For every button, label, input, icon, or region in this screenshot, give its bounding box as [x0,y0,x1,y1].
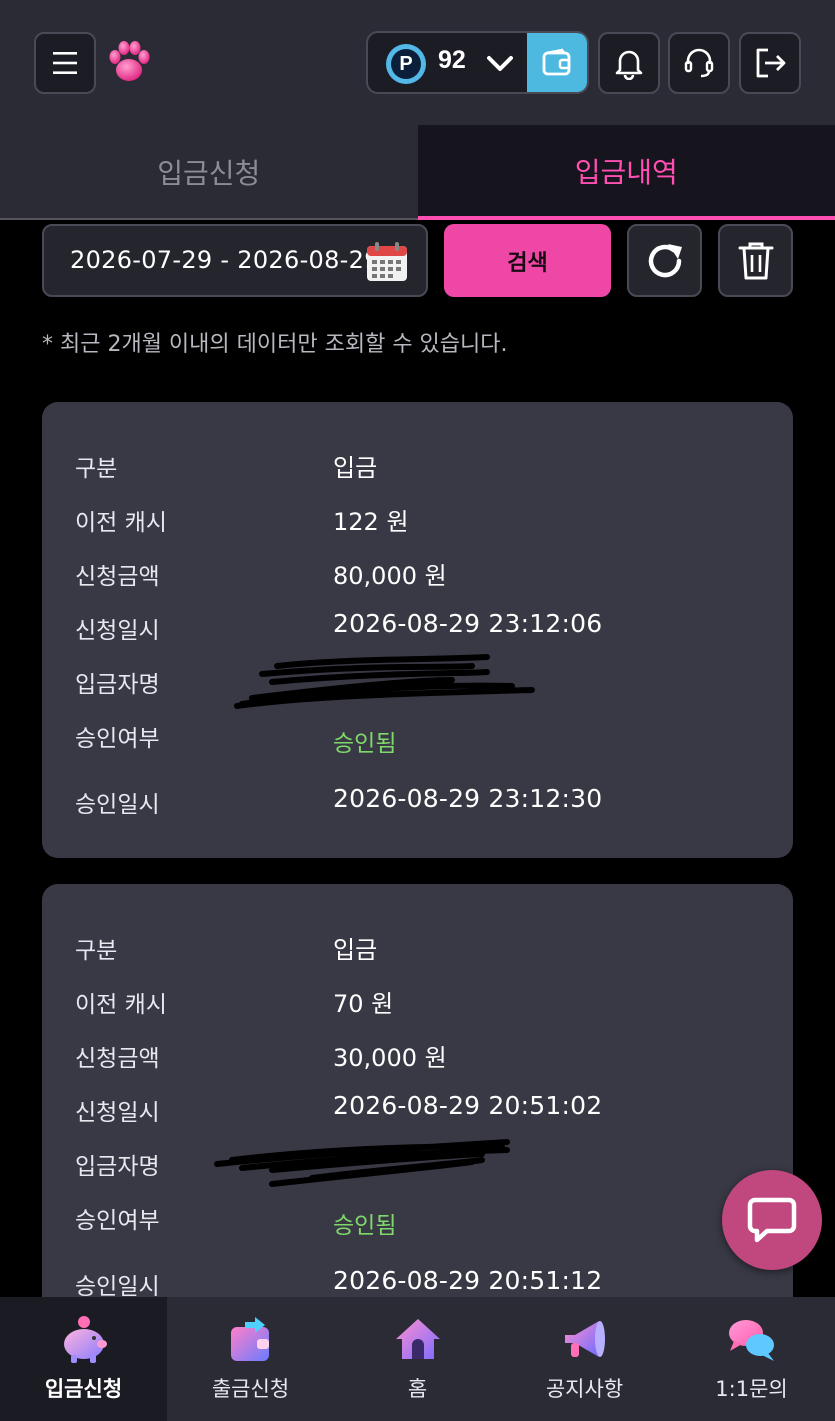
value-type: 입금 [333,936,378,964]
headset-icon [684,48,714,78]
date-range-value: 2026-07-29 - 2026-08-29 [70,246,380,274]
tab-deposit-history[interactable]: 입금내역 [417,125,835,220]
value-request-time: 2026-08-29 20:51:02 [333,1091,603,1120]
deposit-record-card: 구분 입금 이전 캐시 70 원 신청금액 30,000 원 신청일시 2026… [42,884,793,1314]
value-approved-time: 2026-08-29 23:12:30 [333,784,603,813]
label-request-time: 신청일시 [75,1100,160,1126]
trash-icon [738,242,773,279]
value-request-time: 2026-08-29 23:12:06 [333,609,603,638]
bell-icon [615,50,643,80]
tab-deposit-request[interactable]: 입금신청 [0,125,418,220]
label-depositor: 입금자명 [75,672,160,698]
top-header: P 92 [0,0,835,125]
support-button[interactable] [668,32,730,94]
nav-label: 출금신청 [211,1377,290,1401]
deposit-record-card: 구분 입금 이전 캐시 122 원 신청금액 80,000 원 신청일시 202… [42,402,793,858]
redaction-scribble [234,654,535,709]
search-button[interactable]: 검색 [444,224,611,297]
redaction-scribble [214,1139,510,1187]
date-range-input[interactable]: 2026-07-29 - 2026-08-29 [42,224,428,297]
value-type: 입금 [333,454,378,482]
home-icon [395,1319,440,1359]
wallet-withdraw-icon [230,1317,269,1361]
points-widget[interactable]: P 92 [366,31,589,94]
refresh-icon [648,243,682,277]
logout-icon [756,48,786,78]
paw-logo[interactable] [104,37,154,87]
label-prev-cash: 이전 캐시 [75,510,167,536]
menu-icon [53,52,77,74]
nav-withdraw[interactable]: 출금신청 [167,1297,334,1421]
nav-label: 공지사항 [545,1377,624,1401]
deposit-tabs: 입금신청 입금내역 [0,125,835,220]
label-amount: 신청금액 [75,564,160,590]
megaphone-icon [564,1321,605,1357]
value-status: 승인됨 [333,731,397,757]
nav-notice[interactable]: 공지사항 [501,1297,668,1421]
value-amount: 30,000 원 [333,1044,447,1072]
value-amount: 80,000 원 [333,562,447,590]
nav-home[interactable]: 홈 [334,1297,501,1421]
wallet-button[interactable] [527,33,587,92]
value-prev-cash: 70 원 [333,990,394,1018]
wallet-icon [542,48,571,75]
logout-button[interactable] [739,32,801,94]
nav-deposit[interactable]: 입금신청 [0,1297,167,1421]
chevron-down-icon[interactable] [486,53,514,75]
label-approved-time: 승인일시 [75,1274,160,1300]
value-approved-time: 2026-08-29 20:51:12 [333,1266,603,1295]
search-notice: * 최근 2개월 이내의 데이터만 조회할 수 있습니다. [42,332,508,357]
nav-label: 1:1문의 [715,1377,788,1401]
label-depositor: 입금자명 [75,1154,160,1180]
points-value: 92 [438,46,466,74]
calendar-icon[interactable] [366,242,408,282]
chat-bubble-icon [747,1197,797,1243]
chat-bubbles-icon [728,1320,774,1361]
nav-label: 입금신청 [44,1377,123,1401]
label-prev-cash: 이전 캐시 [75,992,167,1018]
bottom-navigation: 입금신청 출금신청 홈 공지사항 1:1문의 [0,1297,835,1421]
notification-button[interactable] [598,32,660,94]
label-type: 구분 [75,938,118,964]
nav-label: 홈 [407,1377,428,1401]
value-prev-cash: 122 원 [333,508,409,536]
delete-button[interactable] [718,224,793,297]
label-status: 승인여부 [75,1208,160,1234]
label-type: 구분 [75,456,118,482]
nav-inquiry[interactable]: 1:1문의 [668,1297,835,1421]
label-request-time: 신청일시 [75,618,160,644]
refresh-button[interactable] [627,224,702,297]
label-amount: 신청금액 [75,1046,160,1072]
label-approved-time: 승인일시 [75,792,160,818]
piggy-bank-icon [63,1316,107,1363]
point-coin-icon: P [386,44,426,84]
menu-button[interactable] [34,32,96,94]
value-status: 승인됨 [333,1213,397,1239]
label-status: 승인여부 [75,726,160,752]
live-chat-button[interactable] [722,1170,822,1270]
